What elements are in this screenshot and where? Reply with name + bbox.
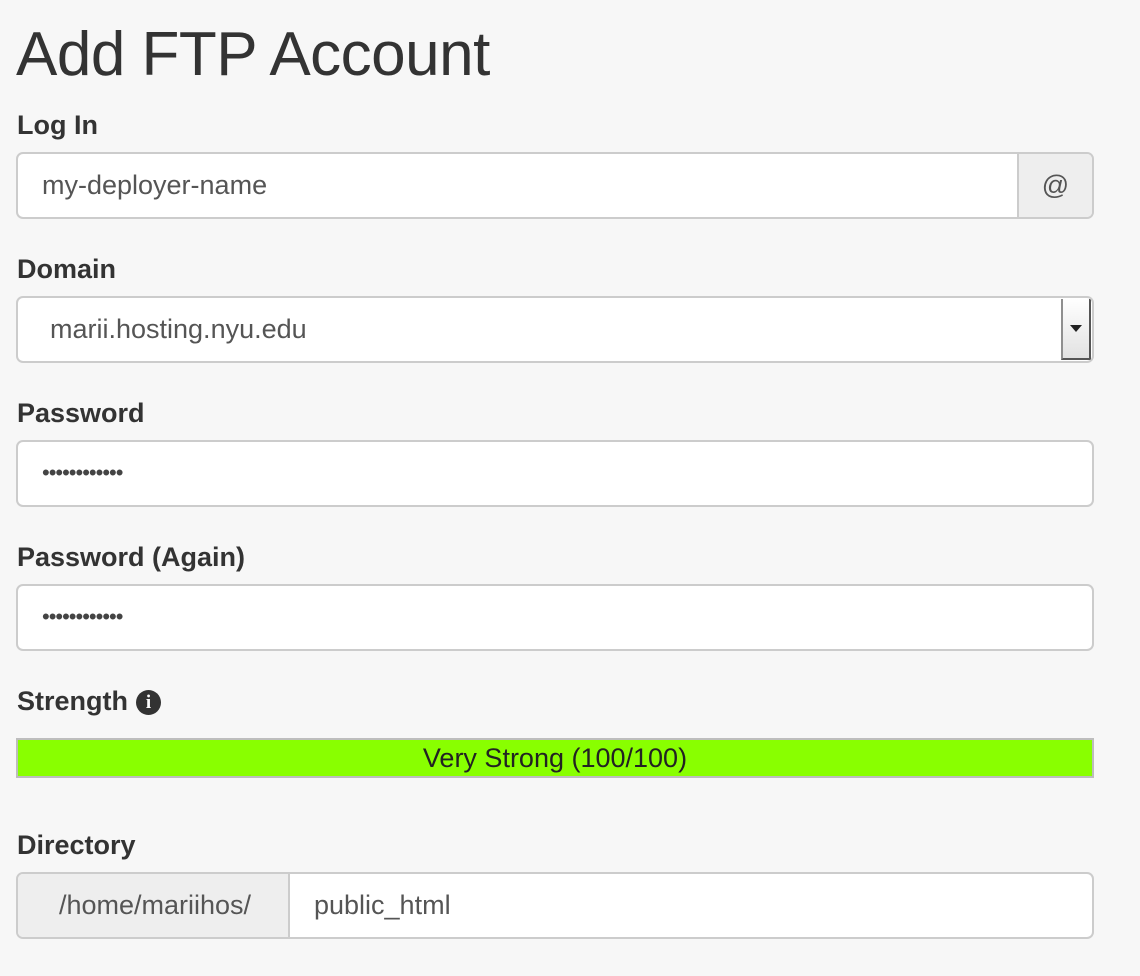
password-again-input[interactable]: •••••••••••• [18, 586, 1092, 649]
directory-prefix: /home/mariihos/ [18, 874, 290, 937]
page-title: Add FTP Account [16, 20, 490, 89]
directory-label: Directory [17, 830, 136, 860]
login-label: Log In [17, 110, 98, 140]
directory-input[interactable]: public_html [290, 874, 1092, 937]
domain-selected-value[interactable]: marii.hosting.nyu.edu [18, 298, 1061, 361]
login-input[interactable]: my-deployer-name [18, 154, 1017, 217]
dropdown-button[interactable] [1061, 299, 1091, 360]
info-icon[interactable]: i [136, 690, 161, 715]
login-field: my-deployer-name @ [16, 152, 1094, 219]
at-sign-addon: @ [1017, 154, 1092, 217]
strength-meter: Very Strong (100/100) [16, 738, 1094, 778]
chevron-down-icon [1070, 325, 1082, 332]
strength-label-row: Strength i [17, 684, 161, 718]
password-again-field[interactable]: •••••••••••• [16, 584, 1094, 651]
domain-select[interactable]: marii.hosting.nyu.edu [16, 296, 1094, 363]
password-input[interactable]: •••••••••••• [18, 442, 1092, 505]
strength-meter-text: Very Strong (100/100) [422, 743, 688, 773]
password-again-label: Password (Again) [17, 542, 246, 572]
password-field[interactable]: •••••••••••• [16, 440, 1094, 507]
strength-label: Strength [17, 686, 128, 716]
domain-label: Domain [17, 254, 117, 284]
directory-field: /home/mariihos/ public_html [16, 872, 1094, 939]
password-label: Password [17, 398, 145, 428]
